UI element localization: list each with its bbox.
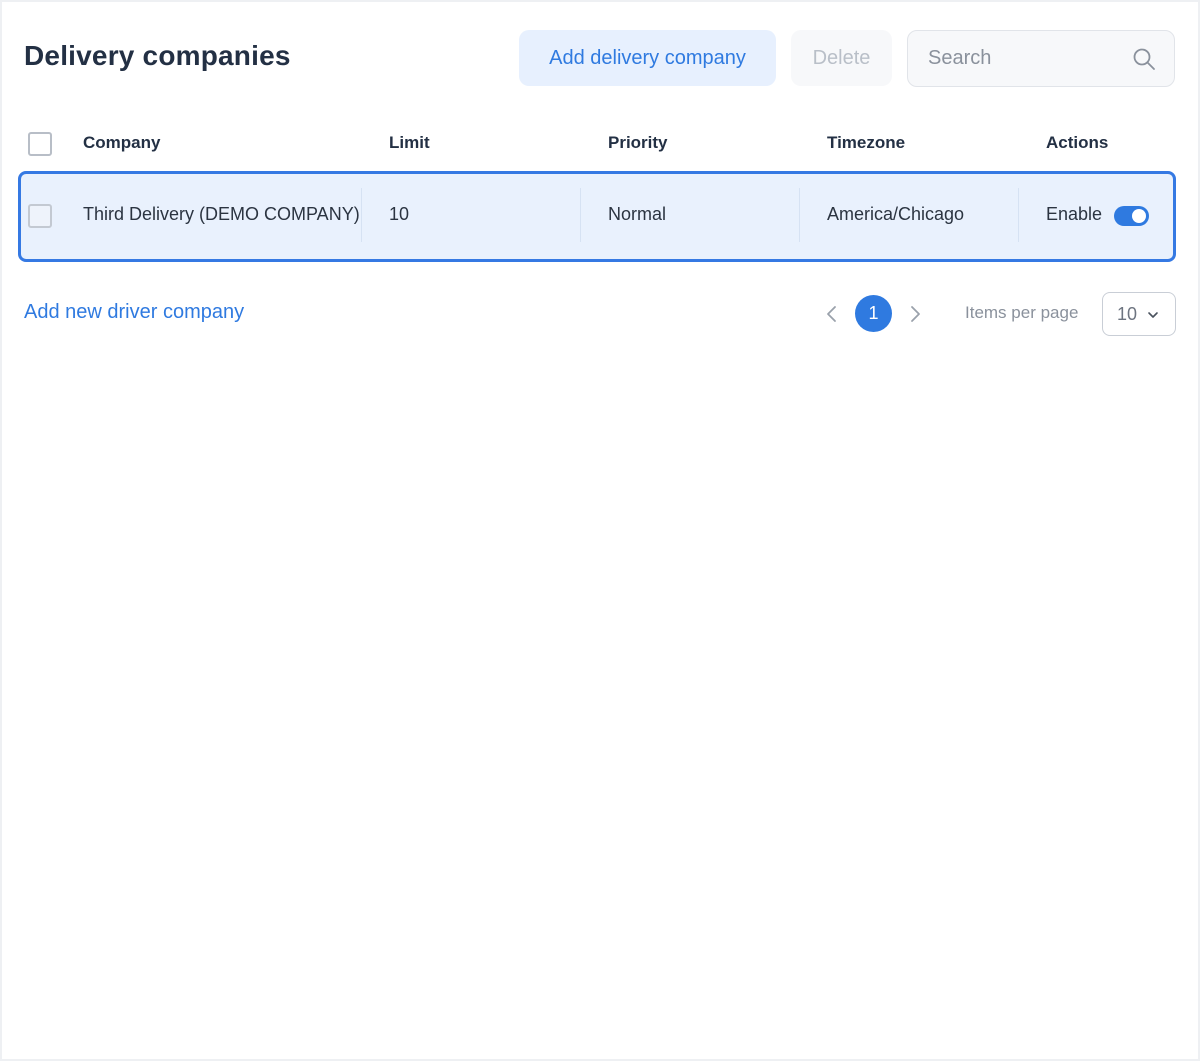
page-title: Delivery companies: [24, 40, 291, 71]
items-per-page-select[interactable]: 10: [1102, 292, 1176, 336]
enable-toggle[interactable]: [1114, 206, 1149, 226]
page-number-current[interactable]: 1: [855, 295, 892, 332]
chevron-down-icon: [1148, 312, 1158, 318]
items-per-page-label: Items per page: [965, 303, 1079, 322]
column-divider: [799, 188, 800, 242]
items-per-page-value: 10: [1117, 304, 1138, 324]
delete-button[interactable]: Delete: [791, 30, 892, 86]
page-container: Delivery companies Add delivery company …: [0, 0, 1200, 1061]
column-header-actions: Actions: [1046, 133, 1109, 152]
enable-label: Enable: [1046, 204, 1103, 224]
column-divider: [1018, 188, 1019, 242]
column-divider: [361, 188, 362, 242]
search-input[interactable]: [928, 31, 1118, 86]
priority-cell: Normal: [608, 204, 667, 224]
chevron-right-icon[interactable]: [906, 303, 924, 325]
column-header-limit: Limit: [389, 133, 430, 152]
search-icon[interactable]: [1132, 47, 1156, 71]
column-divider: [580, 188, 581, 242]
timezone-cell: America/Chicago: [827, 204, 965, 224]
column-header-priority: Priority: [608, 133, 668, 152]
column-header-company: Company: [83, 133, 161, 152]
toggle-knob: [1132, 209, 1146, 223]
add-delivery-company-button[interactable]: Add delivery company: [519, 30, 776, 86]
limit-cell: 10: [389, 204, 410, 224]
chevron-left-icon[interactable]: [823, 303, 841, 325]
column-header-timezone: Timezone: [827, 133, 906, 152]
row-checkbox[interactable]: [28, 204, 52, 228]
search-box: [907, 30, 1175, 87]
add-new-driver-company-link[interactable]: Add new driver company: [24, 301, 244, 324]
company-cell: Third Delivery (DEMO COMPANY): [83, 204, 360, 224]
select-all-checkbox[interactable]: [28, 132, 52, 156]
